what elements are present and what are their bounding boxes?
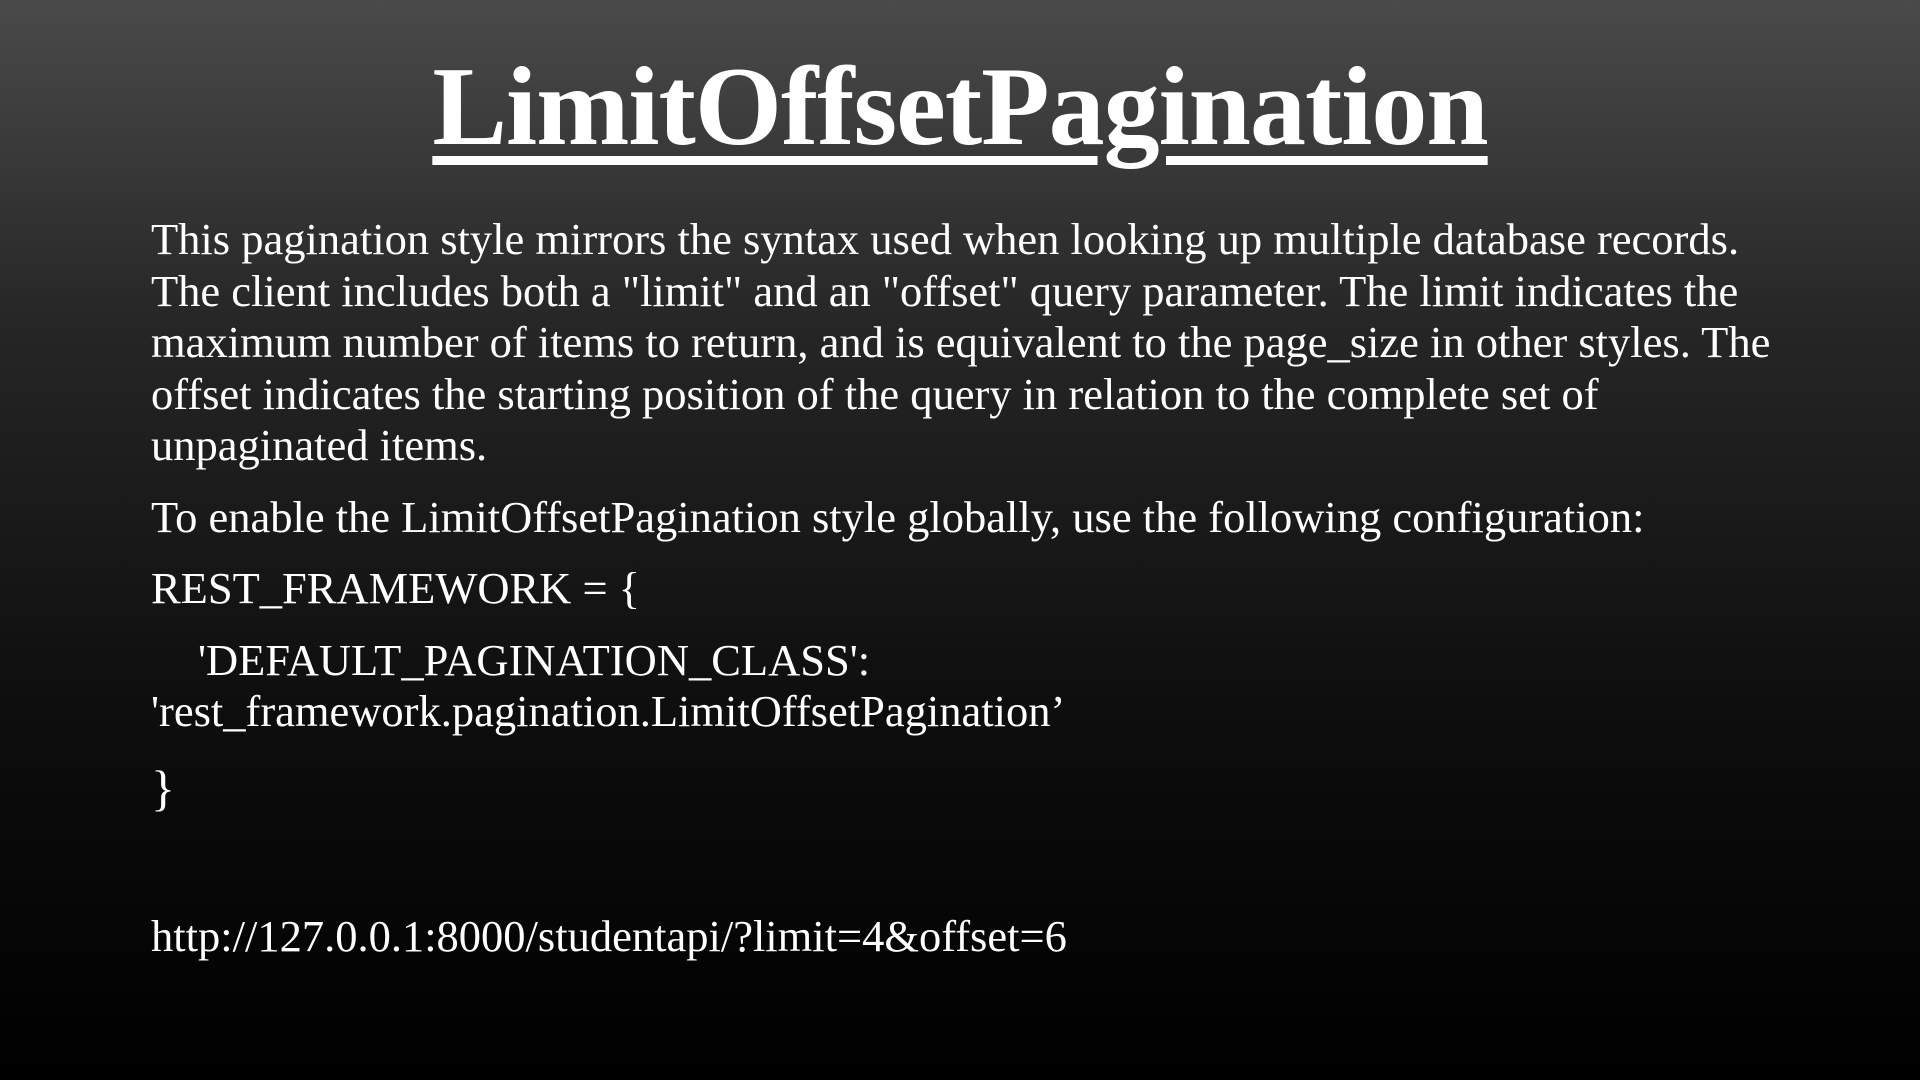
slide-title: LimitOffsetPagination [432,45,1488,169]
configuration-intro: To enable the LimitOffsetPagination styl… [151,491,1645,542]
example-url: http://127.0.0.1:8000/studentapi/?limit=… [151,911,1067,961]
description-paragraph: This pagination style mirrors the syntax… [151,214,1771,470]
code-setting-key: 'DEFAULT_PAGINATION_CLASS': [198,634,871,685]
code-setting-value: 'rest_framework.pagination.LimitOffsetPa… [151,686,1066,736]
code-settings-open: REST_FRAMEWORK = { [151,563,641,613]
code-setting-line: 'DEFAULT_PAGINATION_CLASS': 'rest_framew… [151,635,1791,738]
slide: LimitOffsetPagination This pagination st… [0,0,1920,1080]
slide-body: This pagination style mirrors the syntax… [151,214,1791,818]
code-settings-close: } [151,759,175,816]
